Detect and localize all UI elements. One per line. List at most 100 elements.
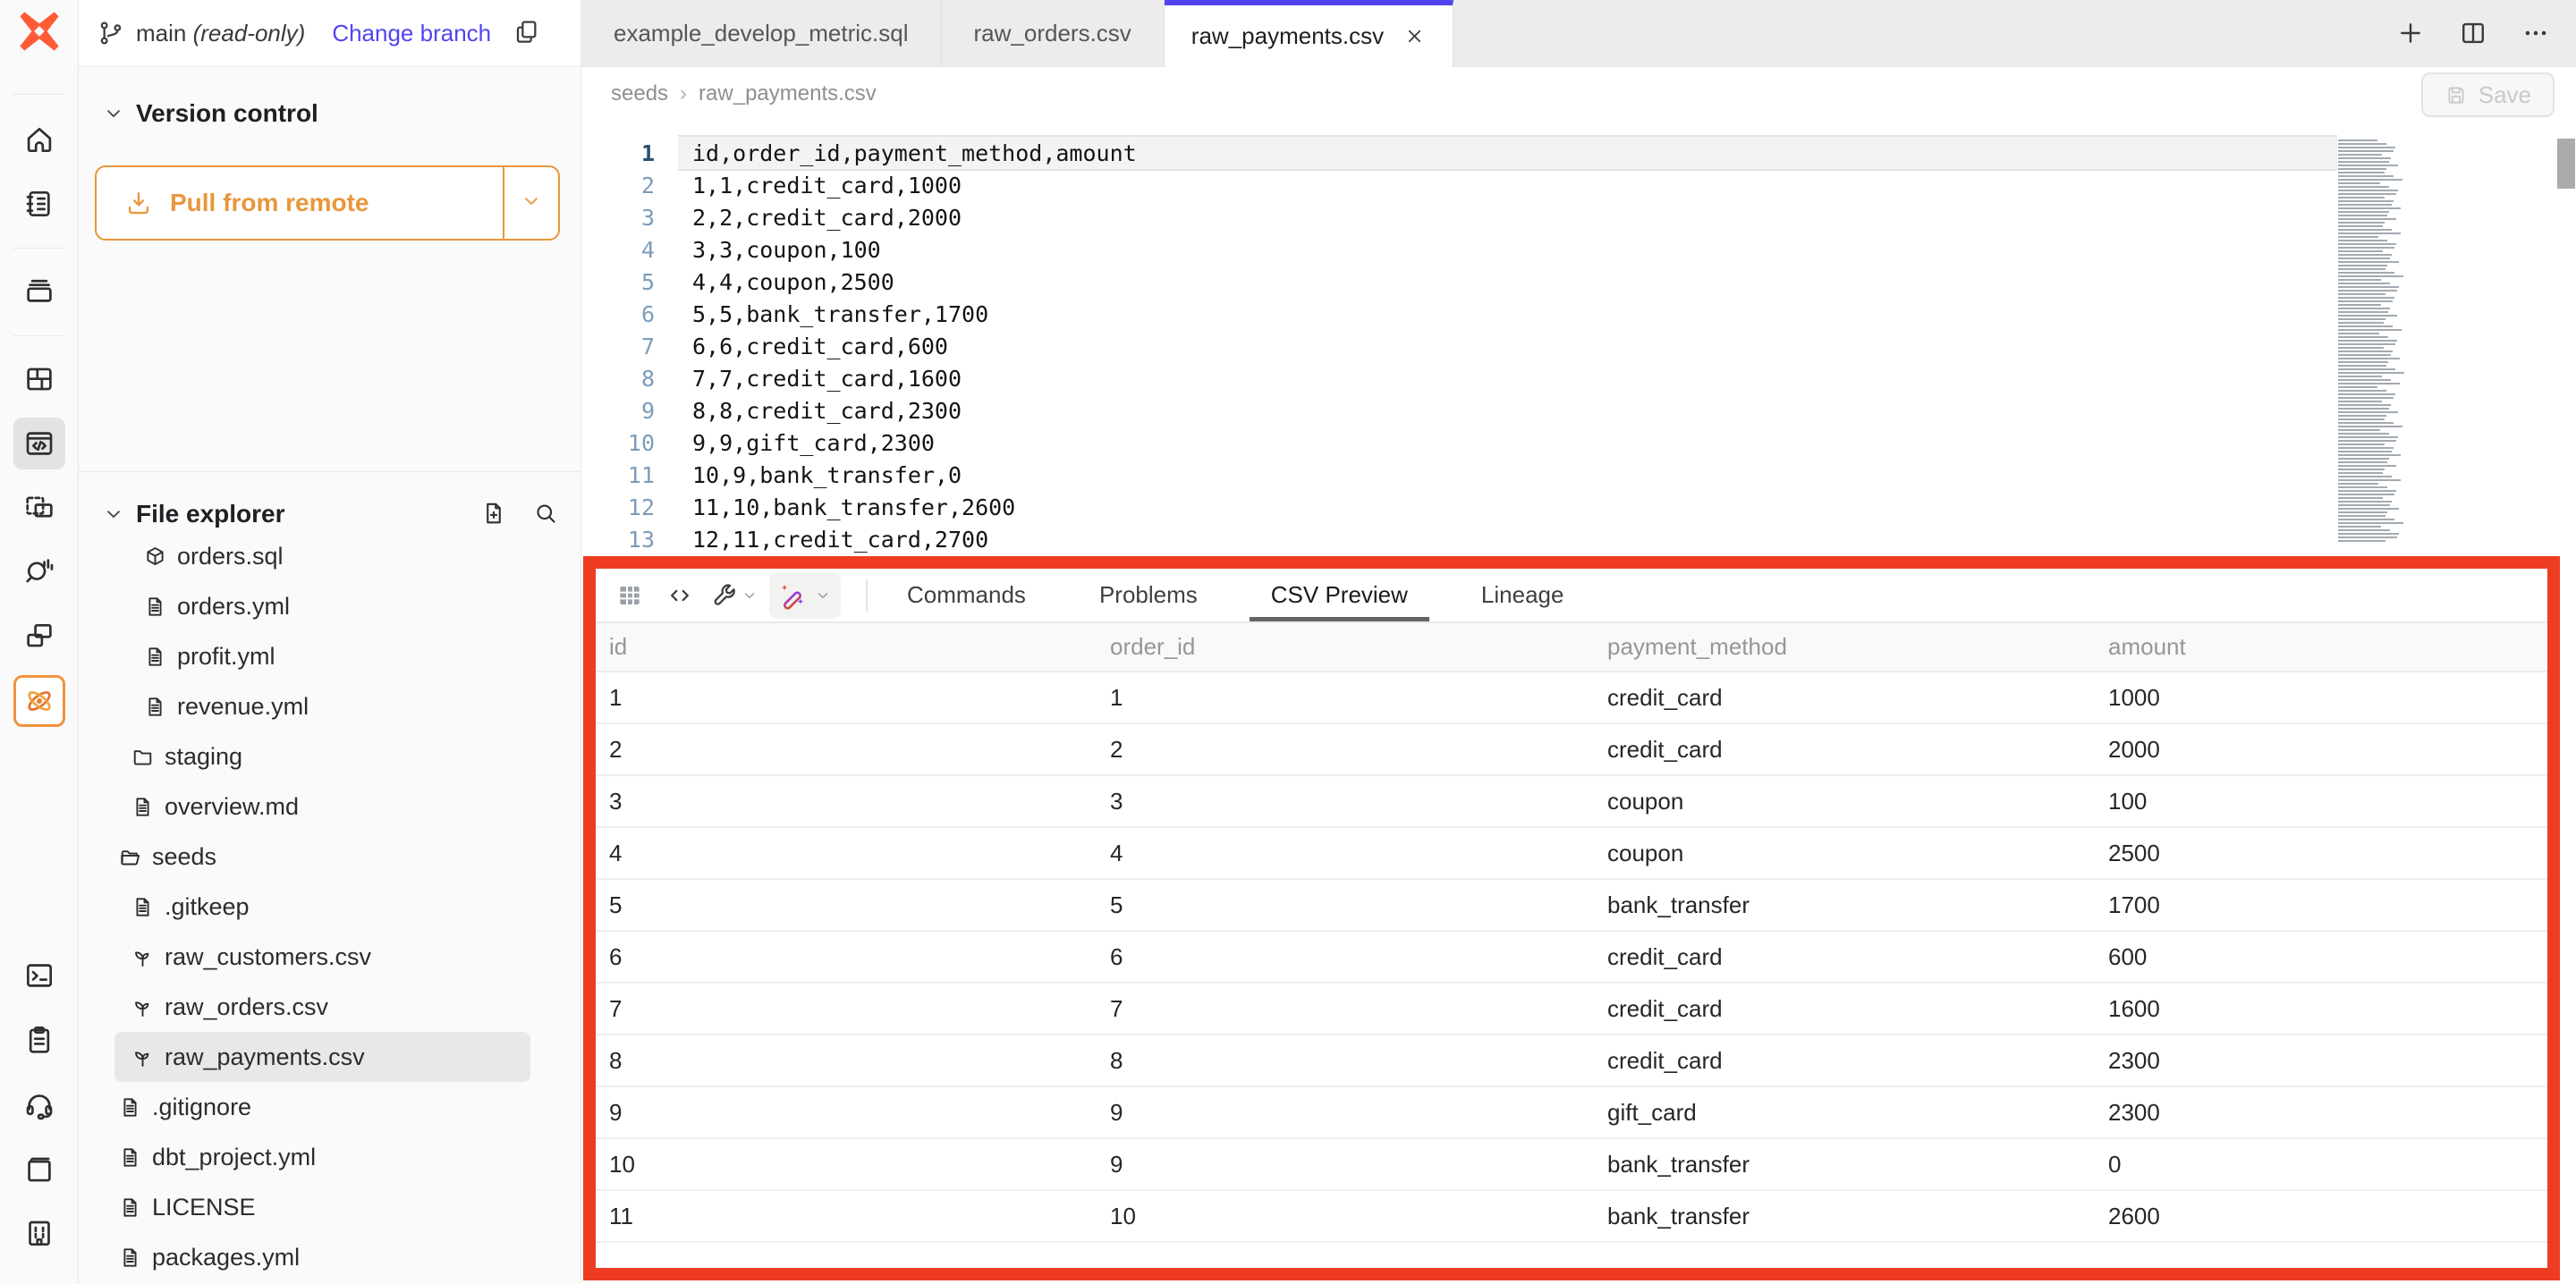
file-item-raw-payments-csv[interactable]: raw_payments.csv [114,1032,530,1082]
panel-tab-csv-preview[interactable]: CSV Preview [1264,569,1415,621]
line-number: 11 [581,462,678,488]
grid-icon [22,362,56,396]
version-control-header[interactable]: Version control [102,94,559,133]
doc-icon [118,1195,142,1220]
table-row[interactable]: 44coupon2500 [596,827,2547,879]
rail-support-button[interactable] [13,1079,65,1131]
table-row[interactable]: 1110bank_transfer2600 [596,1190,2547,1242]
compiled-code-button[interactable] [655,574,705,617]
file-item-overview-md[interactable]: overview.md [114,781,530,832]
new-file-button[interactable] [480,500,507,529]
new-tab-button[interactable] [2395,18,2426,48]
editor-tab-3[interactable]: raw_payments.csv [1165,0,1453,67]
cell: 7 [596,983,1097,1035]
file-item-profit-yml[interactable]: profit.yml [114,631,530,681]
change-branch-link[interactable]: Change branch [332,20,491,47]
more-options-button[interactable] [2521,18,2551,48]
file-item-raw-orders-csv[interactable]: raw_orders.csv [114,982,530,1032]
file-name: LICENSE [152,1194,256,1221]
editor-line-8[interactable]: 87,7,credit_card,1600 [581,362,2576,394]
editor-line-10[interactable]: 109,9,gift_card,2300 [581,427,2576,459]
table-row[interactable]: 66credit_card600 [596,931,2547,983]
file-explorer-header[interactable]: File explorer [102,494,559,534]
file-item-revenue-yml[interactable]: revenue.yml [114,681,530,731]
minimap[interactable] [2338,139,2406,543]
file-item-dbt-project-yml[interactable]: dbt_project.yml [114,1132,530,1182]
editor-line-6[interactable]: 65,5,bank_transfer,1700 [581,298,2576,330]
file-name: profit.yml [177,643,275,671]
editor-scrollbar[interactable] [2556,121,2576,556]
rail-docs-button[interactable] [13,1144,65,1195]
cell: 2 [1097,723,1594,775]
plus-icon [2395,18,2426,48]
rail-inbox-button[interactable] [13,265,65,317]
line-number: 12 [581,494,678,520]
pull-from-remote-button[interactable]: Pull from remote [95,165,560,241]
table-row[interactable]: 11credit_card1000 [596,672,2547,723]
table-row[interactable]: 88credit_card2300 [596,1035,2547,1086]
panel-tab-commands[interactable]: Commands [900,569,1033,621]
rail-notebook-button[interactable] [13,178,65,230]
editor-line-11[interactable]: 1110,9,bank_transfer,0 [581,459,2576,491]
editor-line-1[interactable]: 1id,order_id,payment_method,amount [581,137,2576,169]
branch-bar: main (read-only) Change branch [79,0,580,67]
table-row[interactable]: 77credit_card1600 [596,983,2547,1035]
rail-develop-button[interactable] [13,418,65,469]
editor-line-3[interactable]: 32,2,credit_card,2000 [581,201,2576,233]
rail-organization-button[interactable] [13,1207,65,1259]
table-row[interactable]: 22credit_card2000 [596,723,2547,775]
rail-apps-button[interactable] [13,610,65,662]
table-row[interactable]: 33coupon100 [596,775,2547,827]
panel-tab-lineage[interactable]: Lineage [1474,569,1572,621]
pull-dropdown-toggle[interactable] [504,167,558,239]
editor-line-7[interactable]: 76,6,credit_card,600 [581,330,2576,362]
rail-explore-button[interactable] [13,545,65,597]
close-tab-icon[interactable] [1403,25,1426,47]
table-row[interactable]: 99gift_card2300 [596,1086,2547,1138]
file-item-staging[interactable]: staging [114,731,530,781]
code-editor[interactable]: 1id,order_id,payment_method,amount21,1,c… [581,121,2576,556]
file-item--gitignore[interactable]: .gitignore [114,1082,530,1132]
section-divider [79,471,580,472]
search-files-button[interactable] [532,500,559,529]
doc-icon [143,645,167,669]
build-tools-button[interactable] [705,574,764,617]
save-button[interactable]: Save [2421,72,2555,117]
rail-terminal-button[interactable] [13,950,65,1001]
breadcrumb-folder[interactable]: seeds [611,81,668,106]
editor-tab-2[interactable]: raw_orders.csv [942,0,1165,66]
rail-logs-button[interactable] [13,1014,65,1066]
ai-assist-button[interactable] [769,572,841,619]
table-row[interactable]: 109bank_transfer0 [596,1138,2547,1190]
cell: 10 [596,1138,1097,1190]
cell: credit_card [1594,983,2095,1035]
rail-canvas-button[interactable] [13,481,65,533]
file-item-orders-sql[interactable]: orders.sql [114,531,530,581]
file-item-orders-yml[interactable]: orders.yml [114,581,530,631]
editor-line-5[interactable]: 54,4,coupon,2500 [581,266,2576,298]
editor-line-9[interactable]: 98,8,credit_card,2300 [581,394,2576,427]
results-table-button[interactable] [605,574,655,617]
rail-home-button[interactable] [13,114,65,165]
split-editor-button[interactable] [2458,18,2488,48]
cell: credit_card [1594,931,2095,983]
table-row[interactable]: 55bank_transfer1700 [596,879,2547,931]
file-item-packages-yml[interactable]: packages.yml [114,1232,530,1282]
file-item-license[interactable]: LICENSE [114,1182,530,1232]
editor-line-2[interactable]: 21,1,credit_card,1000 [581,169,2576,201]
panel-tab-problems[interactable]: Problems [1092,569,1205,621]
rail-dashboards-button[interactable] [13,353,65,405]
rail-copilot-button[interactable] [13,675,65,727]
file-item-raw-customers-csv[interactable]: raw_customers.csv [114,932,530,982]
editor-line-13[interactable]: 1312,11,credit_card,2700 [581,523,2576,555]
editor-line-4[interactable]: 43,3,coupon,100 [581,233,2576,266]
copy-branch-button[interactable] [513,18,541,49]
cell: bank_transfer [1594,879,2095,931]
tab-label: raw_payments.csv [1191,22,1384,50]
file-name: .gitignore [152,1094,251,1121]
scrollbar-thumb[interactable] [2557,139,2575,189]
file-item--gitkeep[interactable]: .gitkeep [114,882,530,932]
editor-tab-1[interactable]: example_develop_metric.sql [581,0,942,66]
file-item-seeds[interactable]: seeds [114,832,530,882]
editor-line-12[interactable]: 1211,10,bank_transfer,2600 [581,491,2576,523]
